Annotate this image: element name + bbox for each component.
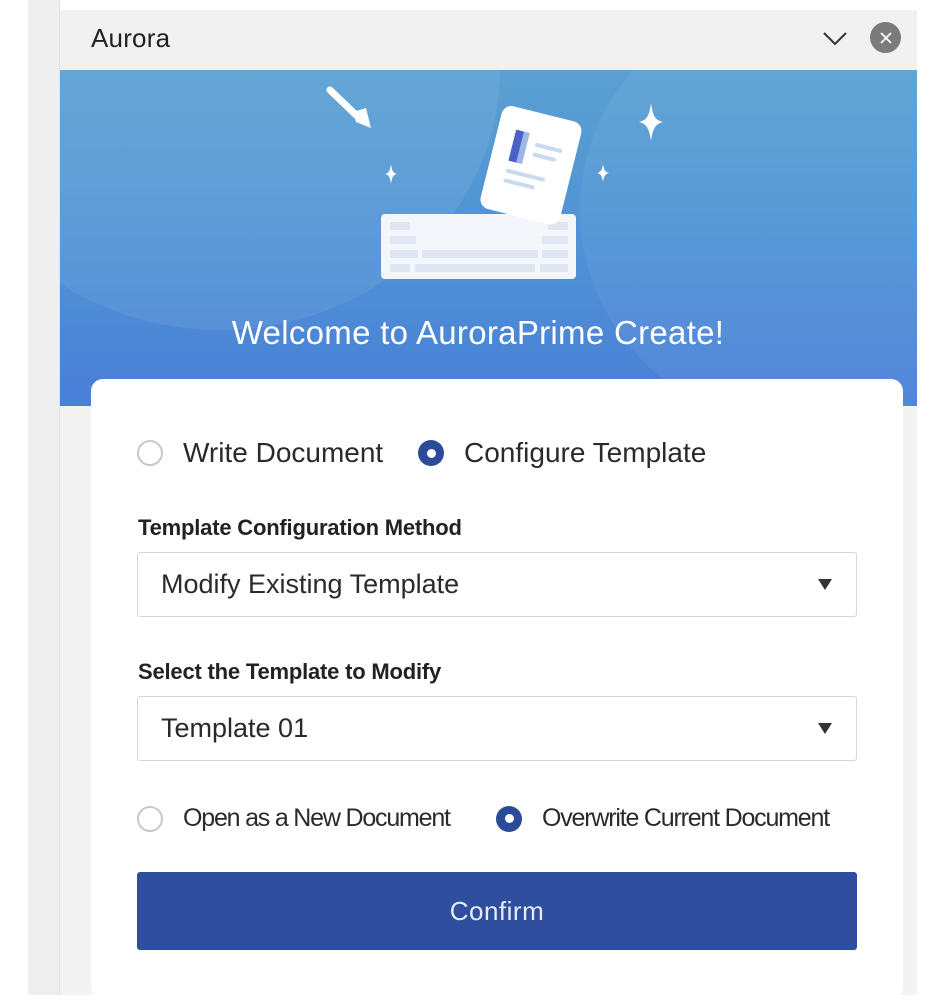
welcome-heading: Welcome to AuroraPrime Create! <box>231 314 725 351</box>
config-method-value: Modify Existing Template <box>161 569 460 599</box>
left-gutter <box>0 0 60 995</box>
side-strip <box>28 0 60 995</box>
configure-template-label[interactable]: Configure Template <box>464 437 706 469</box>
document-keyboard-illustration <box>326 86 663 279</box>
document-icon <box>480 106 582 225</box>
write-document-label[interactable]: Write Document <box>183 437 383 469</box>
template-select[interactable]: Template 01 <box>137 696 857 761</box>
configure-template-radio[interactable] <box>418 440 444 466</box>
open-option-new[interactable]: Open as a New Document <box>137 804 451 833</box>
aurora-panel: Aurora Welcome to AuroraPrime Create! Wr… <box>60 10 917 999</box>
welcome-banner: Welcome to AuroraPrime Create! <box>60 70 917 406</box>
open-option-overwrite[interactable]: Overwrite Current Document <box>496 804 830 833</box>
confirm-button[interactable]: Confirm <box>137 872 857 950</box>
template-select-value: Template 01 <box>161 713 309 743</box>
panel-title: Aurora <box>91 23 171 53</box>
brush-icon <box>326 86 371 128</box>
close-icon[interactable] <box>870 22 901 53</box>
template-select-label: Select the Template to Modify <box>138 659 442 684</box>
open-new-document-radio[interactable] <box>137 805 163 832</box>
mode-option-write[interactable]: Write Document <box>137 437 383 469</box>
open-new-document-label[interactable]: Open as a New Document <box>183 804 451 833</box>
write-document-radio[interactable] <box>137 440 163 466</box>
caret-down-icon <box>818 579 832 590</box>
config-method-select[interactable]: Modify Existing Template <box>137 552 857 617</box>
overwrite-document-radio[interactable] <box>496 805 522 832</box>
config-method-label: Template Configuration Method <box>138 515 462 540</box>
caret-down-icon <box>818 723 832 734</box>
mode-option-configure[interactable]: Configure Template <box>418 437 706 469</box>
config-card: Write Document Configure Template Templa… <box>91 379 903 999</box>
overwrite-document-label[interactable]: Overwrite Current Document <box>542 804 830 833</box>
title-bar: Aurora <box>60 10 917 70</box>
chevron-down-icon[interactable] <box>820 27 850 51</box>
